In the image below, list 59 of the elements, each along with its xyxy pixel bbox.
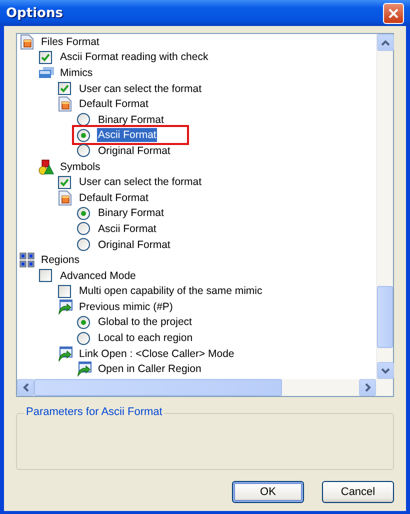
document-icon bbox=[19, 34, 35, 50]
chevron-up-icon bbox=[381, 40, 390, 46]
radio-button[interactable] bbox=[77, 332, 90, 345]
scroll-right-button[interactable] bbox=[359, 379, 376, 396]
tree-item[interactable]: Default Format bbox=[78, 97, 150, 112]
radio-button[interactable] bbox=[77, 113, 90, 126]
tree-item[interactable]: Original Format bbox=[97, 144, 172, 158]
screens-icon bbox=[38, 64, 54, 81]
chevron-left-icon bbox=[22, 383, 28, 392]
scrollbar-thumb[interactable] bbox=[377, 286, 393, 348]
radio-button[interactable] bbox=[77, 128, 90, 142]
grid-icon bbox=[19, 252, 35, 268]
tree-item[interactable]: Ascii Format bbox=[97, 222, 158, 236]
tree-item[interactable]: Advanced Mode bbox=[59, 268, 137, 283]
document-icon bbox=[57, 96, 73, 112]
tree-item[interactable]: Open in Caller Region bbox=[97, 362, 202, 376]
window-title: Options bbox=[6, 6, 63, 20]
tree-item[interactable]: User can select the format bbox=[78, 175, 203, 190]
chevron-right-icon bbox=[364, 383, 370, 392]
tree-item[interactable]: Mimics bbox=[59, 66, 94, 80]
scroll-up-button[interactable] bbox=[377, 34, 394, 51]
tree-item[interactable]: Previous mimic (#P) bbox=[78, 300, 174, 314]
radio-button[interactable] bbox=[77, 144, 90, 158]
checkbox[interactable] bbox=[58, 82, 71, 96]
scroll-down-button[interactable] bbox=[377, 362, 394, 379]
tree-item[interactable]: Original Format bbox=[97, 238, 172, 252]
radio-button[interactable] bbox=[77, 222, 90, 236]
scrollbar-thumb[interactable] bbox=[34, 379, 282, 396]
window-arrow-icon bbox=[57, 298, 73, 315]
tree-item[interactable]: Local to each region bbox=[97, 331, 194, 346]
tree-item[interactable]: Ascii Format reading with check bbox=[59, 50, 210, 64]
checkbox[interactable] bbox=[58, 284, 71, 298]
tree-item[interactable]: User can select the format bbox=[78, 82, 203, 96]
tree-item[interactable]: Binary Format bbox=[97, 112, 165, 127]
tree-item[interactable]: Link Open : <Close Caller> Mode bbox=[78, 346, 236, 361]
window-arrow-icon bbox=[76, 361, 92, 378]
checkbox[interactable] bbox=[58, 176, 71, 189]
tree-item[interactable]: Default Format bbox=[78, 190, 150, 205]
close-icon[interactable] bbox=[383, 2, 404, 24]
cancel-button[interactable]: Cancel bbox=[322, 481, 394, 503]
tree-item[interactable]: Ascii Format bbox=[97, 128, 158, 142]
tree-item[interactable]: Binary Format bbox=[97, 206, 165, 220]
radio-button[interactable] bbox=[77, 238, 90, 252]
shapes-icon bbox=[38, 158, 54, 175]
document-icon bbox=[57, 190, 73, 206]
tree-item[interactable]: Regions bbox=[40, 253, 81, 268]
ok-button[interactable]: OK bbox=[232, 481, 304, 503]
group-title: Parameters for Ascii Format bbox=[24, 406, 164, 418]
window-arrow-icon bbox=[57, 346, 73, 362]
scroll-left-button[interactable] bbox=[17, 379, 34, 396]
radio-button[interactable] bbox=[77, 316, 90, 329]
tree-item[interactable]: Global to the project bbox=[97, 315, 193, 330]
checkbox[interactable] bbox=[39, 269, 52, 282]
tree-item[interactable]: Files Format bbox=[40, 34, 100, 49]
tree-item[interactable]: Multi open capability of the same mimic bbox=[78, 284, 264, 298]
radio-button[interactable] bbox=[77, 206, 90, 220]
tree-item[interactable]: Symbols bbox=[59, 160, 102, 174]
checkbox[interactable] bbox=[39, 50, 52, 64]
chevron-down-icon bbox=[381, 368, 390, 374]
